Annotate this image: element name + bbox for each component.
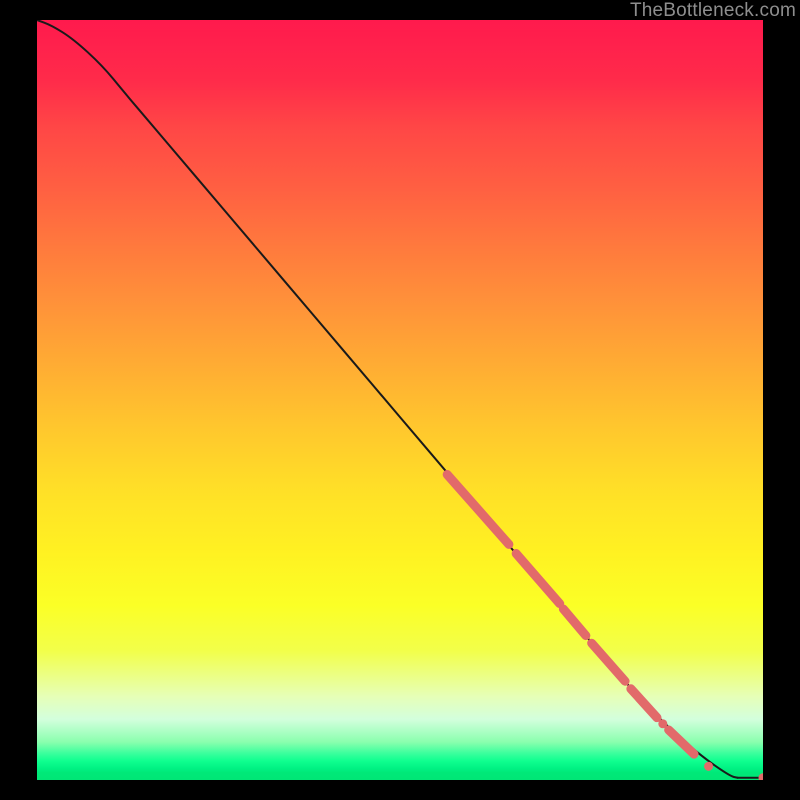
highlight-segments xyxy=(447,474,694,754)
highlight-segment xyxy=(592,643,625,681)
chart-plot xyxy=(37,20,763,780)
highlight-segment xyxy=(563,609,586,636)
highlight-dot xyxy=(658,719,667,728)
highlight-segment xyxy=(631,689,657,718)
highlight-dot xyxy=(704,762,713,771)
main-curve xyxy=(37,20,738,778)
highlight-dot xyxy=(759,773,764,780)
highlight-dots xyxy=(658,719,763,780)
chart-frame xyxy=(37,20,763,780)
watermark-text: TheBottleneck.com xyxy=(630,0,796,22)
highlight-segment xyxy=(516,554,560,604)
highlight-segment xyxy=(447,474,509,544)
highlight-segment xyxy=(669,730,694,754)
